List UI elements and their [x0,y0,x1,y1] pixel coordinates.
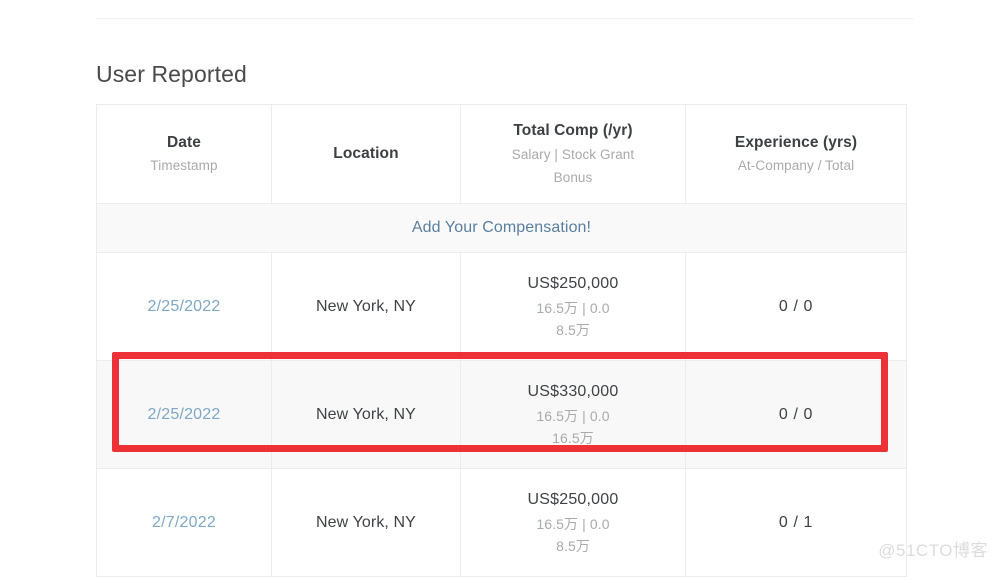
table-header: Date Timestamp Location Total Comp (/yr)… [96,104,907,204]
cell-experience: 0 / 0 [685,252,907,361]
experience-value: 0 / 0 [778,297,814,315]
comp-breakdown-salary-stock: 16.5万 | 0.0 [536,407,610,424]
column-header-date-title: Date [167,133,201,151]
total-comp-value: US$250,000 [527,275,619,293]
column-header-total-comp-title: Total Comp (/yr) [513,122,633,140]
comp-breakdown-bonus: 16.5万 [552,430,594,447]
experience-value: 0 / 0 [778,405,814,423]
table-row[interactable]: 2/25/2022 New York, NY US$250,000 16.5万 … [96,252,907,361]
date-link[interactable]: 2/7/2022 [152,514,216,531]
cell-date[interactable]: 2/25/2022 [96,360,272,469]
cell-date[interactable]: 2/7/2022 [96,468,272,577]
table-body: Add Your Compensation! 2/25/2022 New Yor… [96,203,907,577]
date-link[interactable]: 2/25/2022 [148,298,221,315]
experience-value: 0 / 1 [778,513,814,531]
compensation-table-wrapper: Date Timestamp Location Total Comp (/yr)… [96,104,907,577]
comp-breakdown-salary-stock: 16.5万 | 0.0 [536,515,610,532]
watermark-text: @51CTO博客 [878,541,988,560]
location-text: New York, NY [316,405,416,423]
column-header-location[interactable]: Location [271,104,461,204]
comp-breakdown-bonus: 8.5万 [556,538,590,555]
column-header-experience[interactable]: Experience (yrs) At-Company / Total [685,104,907,204]
date-link[interactable]: 2/25/2022 [148,406,221,423]
page-title: User Reported [96,61,247,88]
cell-location: New York, NY [271,468,461,577]
cell-date[interactable]: 2/25/2022 [96,252,272,361]
cell-total-comp: US$250,000 16.5万 | 0.0 8.5万 [460,468,686,577]
total-comp-value: US$330,000 [527,383,619,401]
table-header-row: Date Timestamp Location Total Comp (/yr)… [96,104,907,204]
column-header-total-comp-subtitle-2: Bonus [553,169,593,185]
column-header-date[interactable]: Date Timestamp [96,104,272,204]
compensation-table: Date Timestamp Location Total Comp (/yr)… [96,104,907,577]
column-header-total-comp-subtitle-1: Salary | Stock Grant [511,146,635,162]
user-reported-compensation-page: User Reported Date Timestamp Location To… [0,0,1002,577]
cell-experience: 0 / 1 [685,468,907,577]
table-row[interactable]: 2/25/2022 New York, NY US$330,000 16.5万 … [96,360,907,469]
cell-location: New York, NY [271,360,461,469]
column-header-experience-subtitle: At-Company / Total [737,158,855,174]
comp-breakdown-bonus: 8.5万 [556,322,590,339]
cell-total-comp: US$330,000 16.5万 | 0.0 16.5万 [460,360,686,469]
column-header-experience-title: Experience (yrs) [734,133,858,151]
add-compensation-cell[interactable]: Add Your Compensation! [96,203,907,253]
add-your-compensation-link[interactable]: Add Your Compensation! [412,219,591,236]
column-header-total-comp[interactable]: Total Comp (/yr) Salary | Stock Grant Bo… [460,104,686,204]
cell-total-comp: US$250,000 16.5万 | 0.0 8.5万 [460,252,686,361]
add-compensation-row[interactable]: Add Your Compensation! [96,203,907,253]
total-comp-value: US$250,000 [527,491,619,509]
table-row[interactable]: 2/7/2022 New York, NY US$250,000 16.5万 |… [96,468,907,577]
cell-experience: 0 / 0 [685,360,907,469]
location-text: New York, NY [316,513,416,531]
section-divider [96,18,914,19]
column-header-location-title: Location [333,145,399,163]
column-header-date-subtitle: Timestamp [150,158,218,174]
location-text: New York, NY [316,297,416,315]
comp-breakdown-salary-stock: 16.5万 | 0.0 [536,299,610,316]
cell-location: New York, NY [271,252,461,361]
